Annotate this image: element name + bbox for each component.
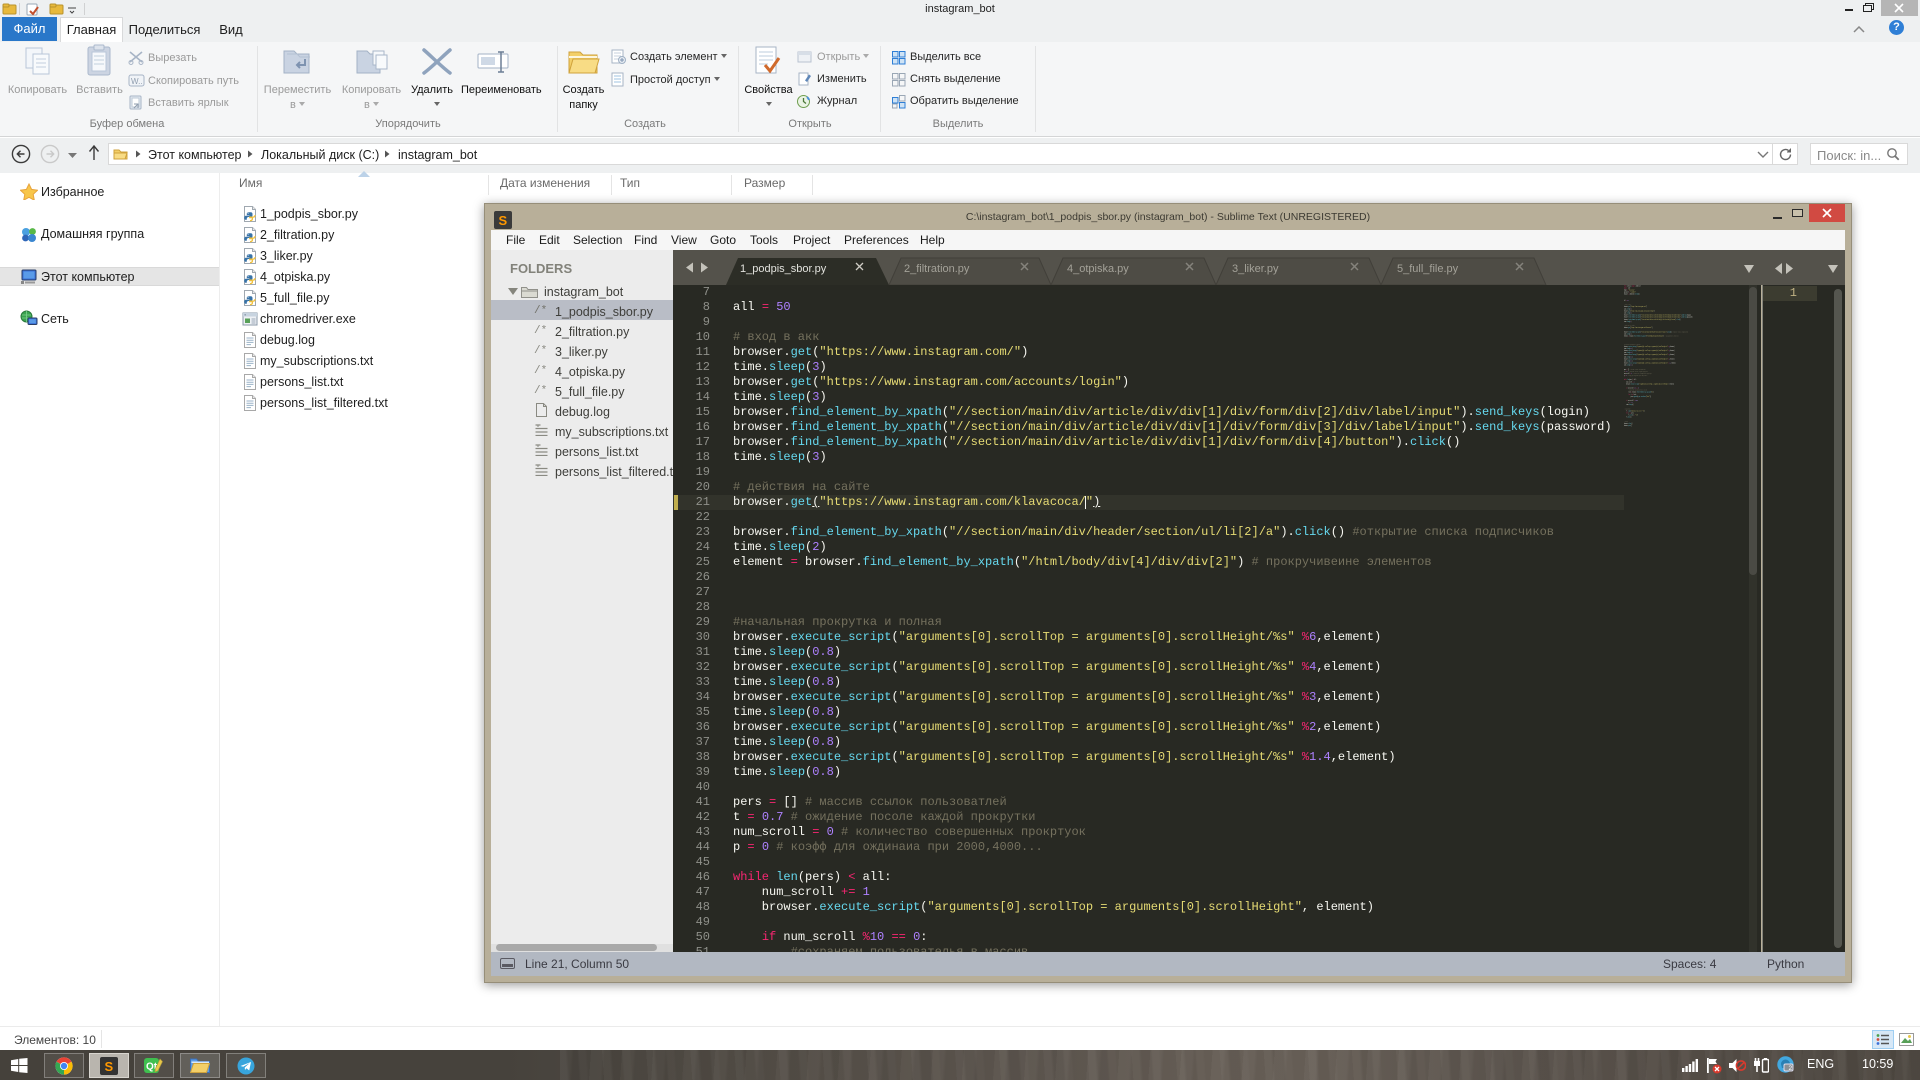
- svg-text:S: S: [105, 1059, 114, 1074]
- svg-text:2: 2: [1789, 1065, 1793, 1072]
- svg-text:W..: W..: [131, 77, 143, 86]
